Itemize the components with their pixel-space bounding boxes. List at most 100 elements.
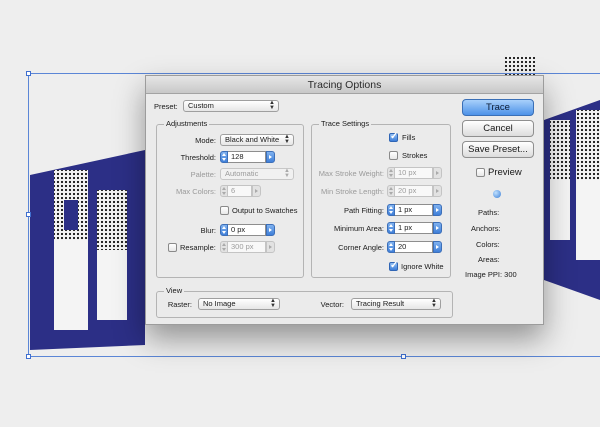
artwork-letters-left — [30, 150, 145, 350]
selection-handle-bl[interactable] — [26, 354, 31, 359]
minimum-area-combo[interactable]: 1 px — [387, 222, 442, 234]
max-stroke-weight-dropdown[interactable] — [433, 167, 442, 179]
select-arrows-icon: ▲ ▼ — [284, 168, 290, 179]
threshold-dropdown[interactable] — [266, 151, 275, 163]
artwork-letters-right — [544, 100, 600, 300]
preview-checkbox[interactable] — [476, 168, 485, 177]
trace-settings-group — [311, 124, 451, 278]
resample-checkbox[interactable] — [168, 243, 177, 252]
vector-select[interactable]: Tracing Result ▲ ▼ — [351, 298, 441, 310]
minimum-area-stepper[interactable] — [387, 222, 395, 234]
blur-input[interactable]: 0 px — [228, 224, 266, 236]
blur-dropdown[interactable] — [266, 224, 275, 236]
blur-label: Blur: — [200, 226, 216, 235]
max-colors-combo[interactable]: 6 — [220, 185, 261, 197]
trace-settings-title: Trace Settings — [319, 119, 372, 129]
selection-handle-bm[interactable] — [401, 354, 406, 359]
path-fitting-combo[interactable]: 1 px — [387, 204, 442, 216]
select-arrows-icon: ▲ ▼ — [270, 298, 276, 309]
adjustments-title: Adjustments — [164, 119, 210, 129]
palette-label: Palette: — [190, 170, 216, 179]
select-arrows-icon: ▲ ▼ — [269, 100, 275, 111]
path-fitting-label: Path Fitting: — [343, 206, 384, 215]
raster-label: Raster: — [167, 300, 192, 309]
max-stroke-weight-input[interactable]: 10 px — [395, 167, 433, 179]
min-stroke-length-dropdown[interactable] — [433, 185, 442, 197]
trace-button[interactable]: Trace — [462, 99, 534, 116]
max-colors-input[interactable]: 6 — [228, 185, 252, 197]
strokes-checkbox[interactable] — [389, 151, 398, 160]
min-stroke-length-input[interactable]: 20 px — [395, 185, 433, 197]
info-icon — [493, 190, 501, 198]
max-stroke-weight-stepper[interactable] — [387, 167, 395, 179]
image-ppi-label: Image PPI: 300 — [465, 270, 517, 279]
corner-angle-stepper[interactable] — [387, 241, 395, 253]
areas-label: Areas: — [478, 255, 500, 264]
cancel-button[interactable]: Cancel — [462, 120, 534, 137]
view-title: View — [164, 286, 185, 296]
max-colors-stepper[interactable] — [220, 185, 228, 197]
minimum-area-input[interactable]: 1 px — [395, 222, 433, 234]
selection-handle-ml[interactable] — [26, 212, 31, 217]
resample-input[interactable]: 300 px — [228, 241, 266, 253]
min-stroke-length-stepper[interactable] — [387, 185, 395, 197]
max-colors-dropdown[interactable] — [252, 185, 261, 197]
threshold-stepper[interactable] — [220, 151, 228, 163]
min-stroke-length-combo[interactable]: 20 px — [387, 185, 442, 197]
mode-select[interactable]: Black and White ▲ ▼ — [220, 134, 294, 146]
preview-label: Preview — [488, 167, 522, 178]
fills-label: Fills — [402, 133, 416, 142]
dialog-title: Tracing Options — [146, 76, 543, 94]
raster-value: No Image — [203, 299, 236, 308]
max-stroke-weight-combo[interactable]: 10 px — [387, 167, 442, 179]
palette-select[interactable]: Automatic ▲ ▼ — [220, 168, 294, 180]
colors-label: Colors: — [476, 240, 500, 249]
paths-label: Paths: — [478, 208, 500, 217]
threshold-combo[interactable]: 128 — [220, 151, 275, 163]
adjustments-group — [156, 124, 304, 278]
mode-label: Mode: — [195, 136, 216, 145]
selection-bound-bottom — [28, 356, 600, 357]
threshold-label: Threshold: — [180, 153, 216, 162]
path-fitting-input[interactable]: 1 px — [395, 204, 433, 216]
mode-value: Black and White — [225, 135, 280, 144]
fills-checkbox[interactable] — [389, 131, 398, 143]
vector-label: Vector: — [320, 300, 344, 309]
blur-combo[interactable]: 0 px — [220, 224, 275, 236]
threshold-input[interactable]: 128 — [228, 151, 266, 163]
resample-label: Resample: — [180, 243, 216, 252]
path-fitting-dropdown[interactable] — [433, 204, 442, 216]
selection-bound-top — [28, 73, 600, 74]
corner-angle-input[interactable]: 20 — [395, 241, 433, 253]
strokes-label: Strokes — [402, 151, 428, 160]
resample-combo[interactable]: 300 px — [220, 241, 275, 253]
max-stroke-weight-label: Max Stroke Weight: — [318, 169, 384, 178]
select-arrows-icon: ▲ ▼ — [284, 134, 290, 145]
corner-angle-dropdown[interactable] — [433, 241, 442, 253]
anchors-label: Anchors: — [471, 224, 501, 233]
corner-angle-combo[interactable]: 20 — [387, 241, 442, 253]
minimum-area-dropdown[interactable] — [433, 222, 442, 234]
output-to-swatches-label: Output to Swatches — [232, 206, 298, 215]
ignore-white-checkbox[interactable] — [389, 260, 398, 272]
selection-handle-tl[interactable] — [26, 71, 31, 76]
vector-value: Tracing Result — [356, 299, 405, 308]
preset-label: Preset: — [154, 102, 178, 111]
preset-select[interactable]: Custom ▲ ▼ — [183, 100, 279, 112]
blur-stepper[interactable] — [220, 224, 228, 236]
palette-value: Automatic — [225, 169, 259, 178]
save-preset-button[interactable]: Save Preset... — [462, 141, 534, 158]
max-colors-label: Max Colors: — [175, 187, 216, 196]
tracing-options-dialog: Tracing Options Preset: Custom ▲ ▼ Adjust… — [145, 75, 544, 325]
minimum-area-label: Minimum Area: — [333, 224, 384, 233]
preset-value: Custom — [188, 101, 214, 110]
min-stroke-length-label: Min Stroke Length: — [321, 187, 384, 196]
corner-angle-label: Corner Angle: — [338, 243, 384, 252]
path-fitting-stepper[interactable] — [387, 204, 395, 216]
ignore-white-label: Ignore White — [401, 262, 444, 271]
resample-stepper[interactable] — [220, 241, 228, 253]
output-to-swatches-checkbox[interactable] — [220, 206, 229, 215]
select-arrows-icon: ▲ ▼ — [431, 298, 437, 309]
raster-select[interactable]: No Image ▲ ▼ — [198, 298, 280, 310]
resample-dropdown[interactable] — [266, 241, 275, 253]
